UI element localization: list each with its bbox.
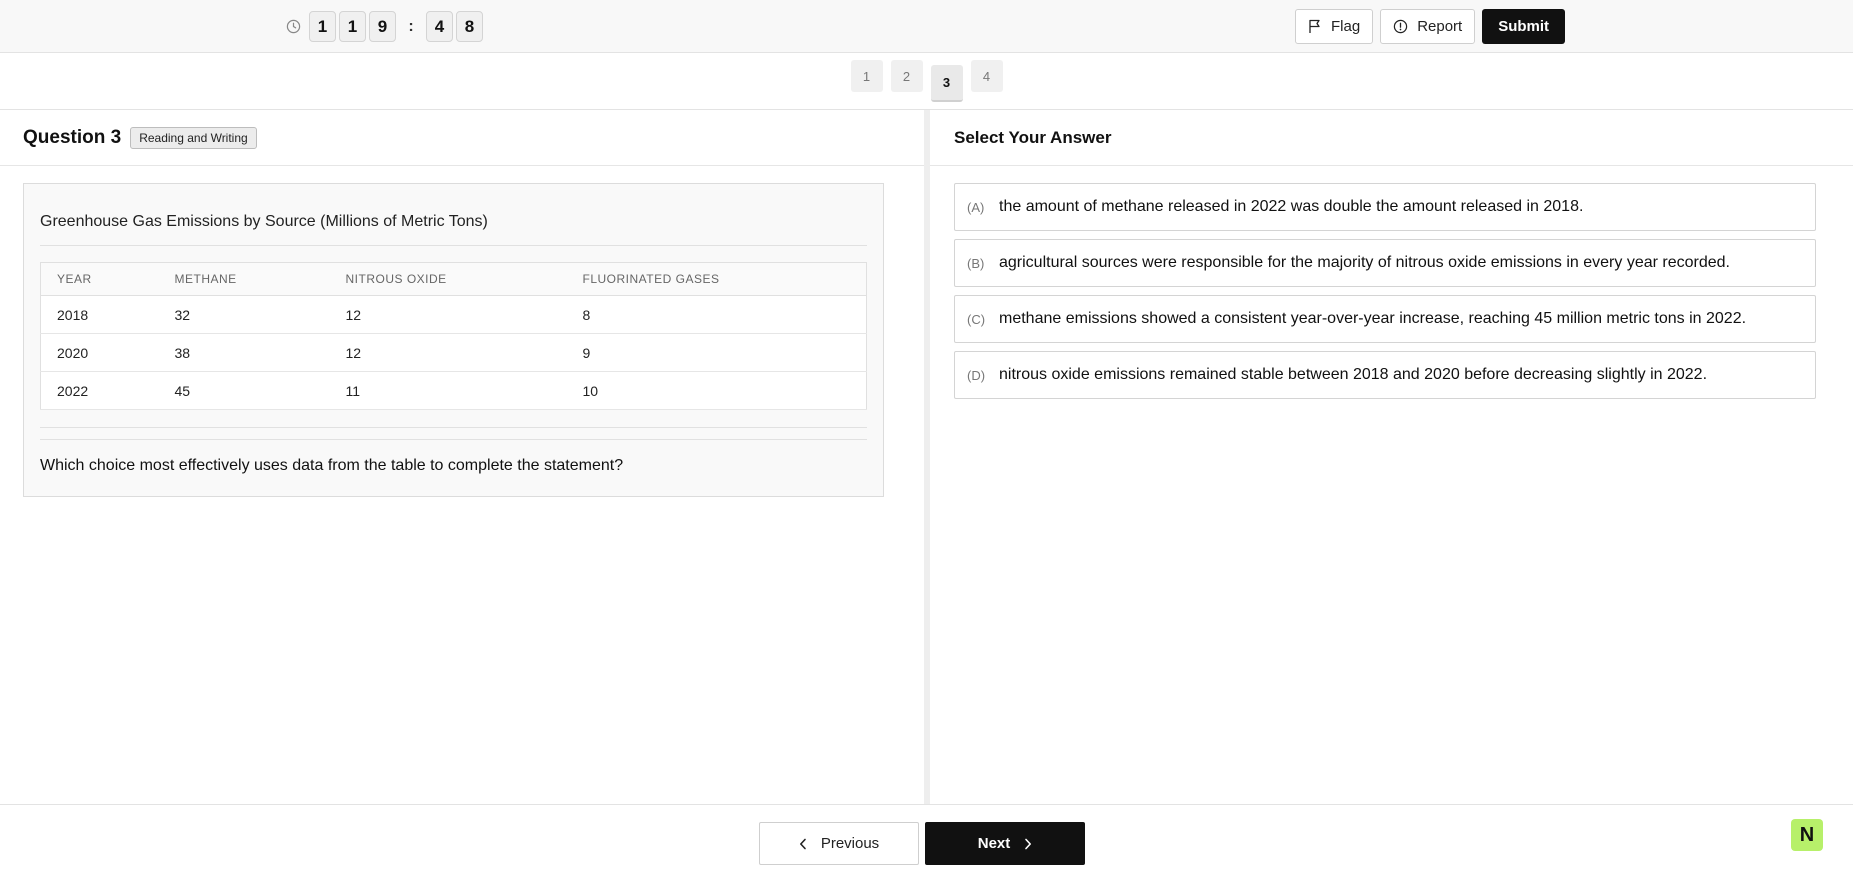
question-prompt: Which choice most effectively uses data … (40, 457, 624, 474)
page-button-1[interactable]: 1 (850, 60, 883, 92)
timer-separator: : (408, 17, 414, 35)
choice-letter: (A) (967, 200, 985, 215)
clock-icon (284, 18, 302, 36)
submit-button[interactable]: Submit (1482, 9, 1566, 44)
column-header: YEAR (40, 262, 159, 296)
column-header: NITROUS OXIDE (329, 262, 567, 296)
answer-panel-title: Select Your Answer (954, 127, 1112, 147)
table-title: Greenhouse Gas Emissions by Source (Mill… (40, 184, 867, 246)
table-header-row: YEAR METHANE NITROUS OXIDE FLUORINATED G… (40, 262, 867, 296)
choice-letter: (D) (967, 368, 986, 383)
divider (40, 427, 867, 428)
table-row: 2018 32 12 8 (40, 295, 867, 334)
flag-button[interactable]: Flag (1295, 9, 1374, 44)
timer-digit: 1 (339, 11, 366, 42)
top-bar: 1 1 9 : 4 8 Flag Report Submit (0, 0, 1853, 53)
previous-button[interactable]: Previous (759, 822, 919, 865)
table-row: 2022 45 11 10 (40, 371, 867, 410)
navigation-buttons: Previous Next (759, 822, 1085, 865)
table-cell: 12 (329, 333, 567, 372)
question-panel: Question 3 Reading and Writing Greenhous… (0, 110, 924, 804)
flag-button-label: Flag (1331, 18, 1361, 35)
data-table: YEAR METHANE NITROUS OXIDE FLUORINATED G… (40, 262, 867, 410)
table-row: 2020 38 12 9 (40, 333, 867, 372)
previous-button-label: Previous (820, 835, 880, 852)
page-button-2[interactable]: 2 (890, 60, 923, 92)
choice-letter: (B) (967, 256, 985, 271)
table-cell: 2020 (40, 333, 159, 372)
table-cell: 10 (566, 371, 867, 410)
countdown-timer: 1 1 9 : 4 8 (284, 11, 486, 42)
page-button-3[interactable]: 3 (930, 65, 963, 102)
timer-digit: 1 (309, 11, 336, 42)
timer-digit: 8 (456, 11, 483, 42)
question-title: Question 3 (23, 126, 122, 148)
choice-text: nitrous oxide emissions remained stable … (999, 366, 1708, 383)
answer-header: Select Your Answer (930, 110, 1853, 166)
top-actions: Flag Report Submit (1295, 9, 1566, 44)
column-header: METHANE (158, 262, 330, 296)
choice-text: methane emissions showed a consistent ye… (999, 310, 1747, 327)
alert-circle-icon (1393, 19, 1408, 34)
report-button[interactable]: Report (1380, 9, 1476, 44)
section-badge: Reading and Writing (130, 126, 257, 149)
answer-choice-b[interactable]: (B) agricultural sources were responsibl… (954, 239, 1816, 287)
table-cell: 12 (329, 295, 567, 334)
choice-text: the amount of methane released in 2022 w… (999, 198, 1584, 215)
table-cell: 2018 (40, 295, 159, 334)
page-button-4[interactable]: 4 (970, 60, 1003, 92)
report-button-label: Report (1417, 18, 1463, 35)
app-logo-badge[interactable]: N (1791, 819, 1823, 851)
choice-letter: (C) (967, 312, 986, 327)
table-cell: 11 (329, 371, 567, 410)
table-cell: 2022 (40, 371, 159, 410)
flag-icon (1309, 19, 1320, 33)
question-header: Question 3 Reading and Writing (0, 110, 924, 166)
answer-choice-a[interactable]: (A) the amount of methane released in 20… (954, 183, 1816, 231)
question-pagination: 1 2 3 4 (0, 53, 1853, 110)
table-cell: 8 (566, 295, 867, 334)
answer-panel: Select Your Answer (A) the amount of met… (930, 110, 1853, 804)
table-cell: 38 (158, 333, 330, 372)
answer-choices: (A) the amount of methane released in 20… (954, 183, 1816, 407)
chevron-right-icon (1025, 838, 1032, 849)
column-header: FLUORINATED GASES (566, 262, 867, 296)
timer-digit: 4 (426, 11, 453, 42)
bottom-bar: Previous Next N (0, 804, 1853, 879)
timer-digit: 9 (369, 11, 396, 42)
question-box: Greenhouse Gas Emissions by Source (Mill… (23, 183, 884, 497)
table-cell: 32 (158, 295, 330, 334)
table-cell: 45 (158, 371, 330, 410)
chevron-left-icon (799, 838, 806, 849)
next-button[interactable]: Next (925, 822, 1085, 865)
answer-choice-c[interactable]: (C) methane emissions showed a consisten… (954, 295, 1816, 343)
table-cell: 9 (566, 333, 867, 372)
answer-choice-d[interactable]: (D) nitrous oxide emissions remained sta… (954, 351, 1816, 399)
next-button-label: Next (977, 835, 1011, 852)
choice-text: agricultural sources were responsible fo… (999, 254, 1730, 271)
